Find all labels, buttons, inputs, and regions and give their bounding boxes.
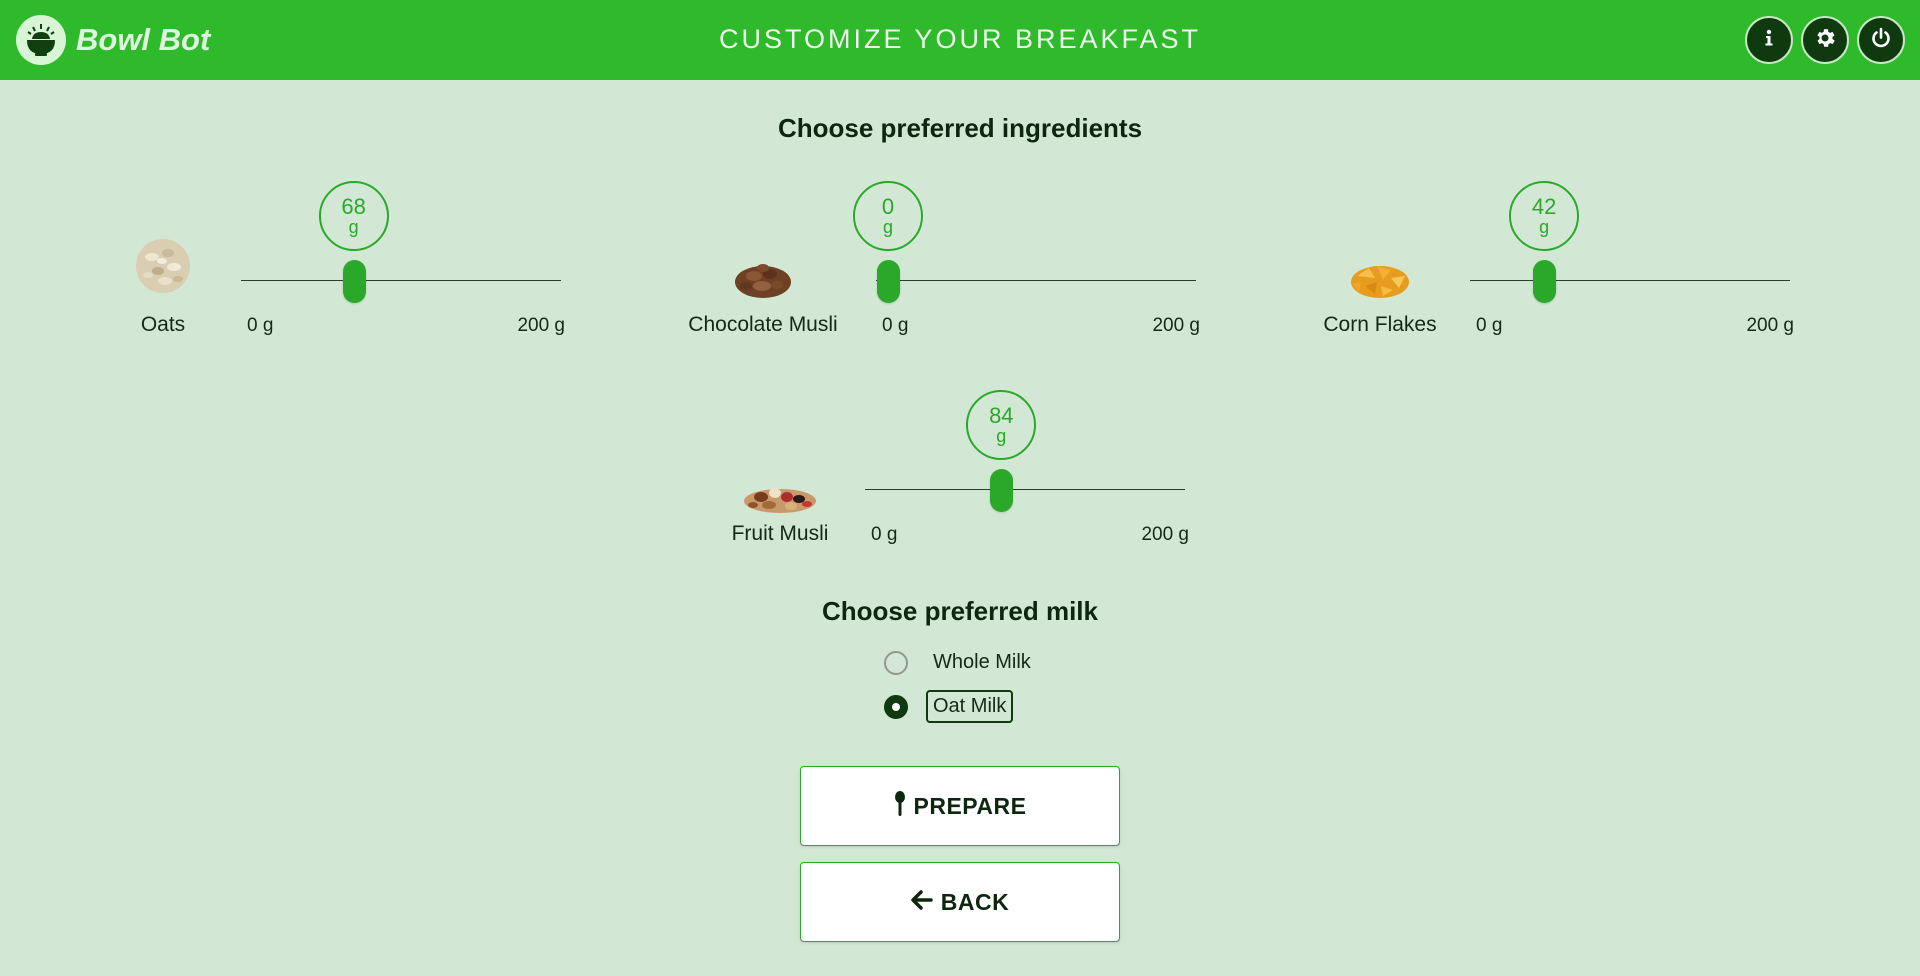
- ingredient-name: Chocolate Musli: [688, 313, 838, 336]
- ingredients-heading: Choose preferred ingredients: [777, 113, 1143, 143]
- ingredient-name: Oats: [140, 313, 186, 336]
- slider-min-label: 0 g: [871, 524, 898, 545]
- prepare-label: PREPARE: [913, 792, 1027, 819]
- header-actions: [1745, 16, 1905, 64]
- slider-min-label: 0 g: [1476, 315, 1503, 336]
- slider-track[interactable]: [1470, 280, 1790, 281]
- info-icon: [1759, 28, 1779, 53]
- page-title: CUSTOMIZE YOUR BREAKFAST: [718, 24, 1202, 54]
- corn-flakes-image: [1345, 254, 1415, 302]
- whole-milk-radio[interactable]: [884, 650, 908, 675]
- slider-thumb[interactable]: [342, 260, 366, 303]
- prepare-button[interactable]: PREPARE: [800, 766, 1120, 846]
- slider-thumb[interactable]: [877, 260, 900, 303]
- slider-value-bubble: 68 g: [318, 181, 389, 251]
- milk-option-oat-milk[interactable]: Oat Milk: [884, 690, 1014, 723]
- slider-min-label: 0 g: [882, 315, 909, 336]
- milk-option-whole-milk[interactable]: Whole Milk: [884, 646, 1038, 679]
- slider-value: 84: [989, 403, 1014, 428]
- slider-min-label: 0 g: [247, 315, 274, 336]
- app-header: Bowl Bot CUSTOMIZE YOUR BREAKFAST: [0, 0, 1920, 80]
- ingredient-name: Fruit Musli: [731, 522, 829, 545]
- slider-thumb[interactable]: [990, 469, 1014, 512]
- slider-value-bubble: 84 g: [966, 390, 1037, 460]
- oat-milk-radio[interactable]: [884, 694, 908, 719]
- back-label: BACK: [940, 888, 1010, 915]
- chocolate-musli-image: [728, 250, 798, 300]
- settings-button[interactable]: [1801, 16, 1849, 64]
- slider-max-label: 200 g: [1152, 315, 1200, 336]
- slider-max-label: 200 g: [517, 315, 565, 336]
- milk-heading: Choose preferred milk: [822, 596, 1098, 626]
- gear-icon: [1813, 26, 1837, 55]
- arrow-left-icon: [911, 889, 933, 916]
- slider-unit: g: [348, 217, 359, 238]
- slider-unit: g: [1539, 217, 1550, 238]
- radio-dot: [892, 702, 900, 711]
- back-button[interactable]: BACK: [800, 862, 1120, 942]
- slider-max-label: 200 g: [1746, 315, 1794, 336]
- slider-value: 42: [1531, 194, 1557, 219]
- milk-option-label[interactable]: Oat Milk: [926, 690, 1014, 723]
- slider-unit: g: [882, 217, 893, 238]
- power-button[interactable]: [1857, 16, 1905, 64]
- slider-track[interactable]: [876, 280, 1196, 281]
- power-icon: [1869, 26, 1893, 55]
- slider-max-label: 200 g: [1141, 524, 1189, 545]
- slider-track[interactable]: [865, 489, 1185, 490]
- spoon-icon: [894, 790, 906, 822]
- milk-option-label[interactable]: Whole Milk: [926, 646, 1038, 679]
- fruit-musli-image: [740, 475, 820, 515]
- slider-value: 68: [341, 194, 366, 219]
- slider-value-bubble: 0 g: [853, 181, 923, 251]
- slider-thumb[interactable]: [1533, 260, 1557, 303]
- ingredient-name: Corn Flakes: [1323, 313, 1437, 336]
- slider-value-bubble: 42 g: [1509, 181, 1580, 251]
- info-button[interactable]: [1745, 16, 1793, 64]
- slider-track[interactable]: [241, 280, 561, 281]
- oats-image: [128, 232, 198, 297]
- slider-value: 0: [881, 194, 895, 219]
- slider-unit: g: [996, 426, 1007, 447]
